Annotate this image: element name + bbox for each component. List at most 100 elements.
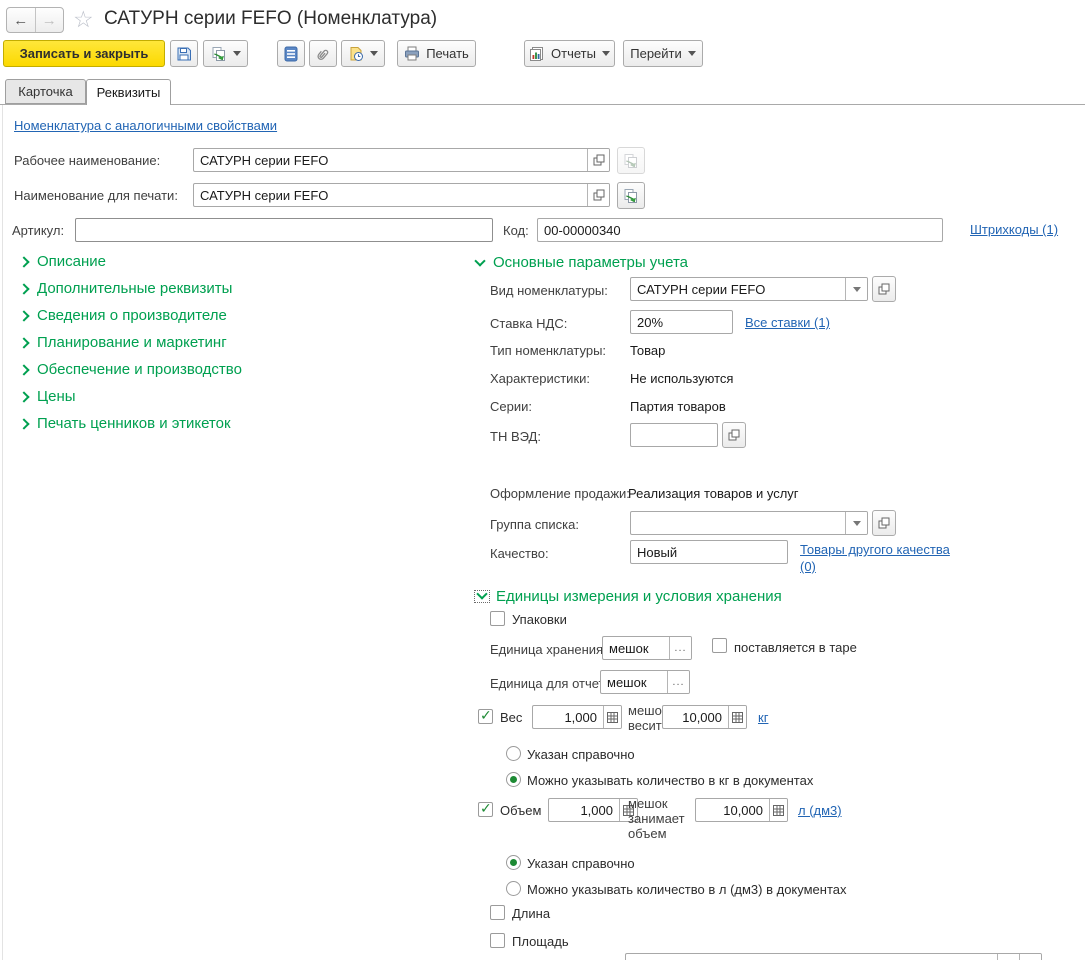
list-group-label: Группа списка: <box>490 517 579 532</box>
open-icon <box>593 154 605 166</box>
section-description[interactable]: Описание <box>18 253 106 270</box>
volume-in-documents-radio[interactable] <box>506 881 521 896</box>
goto-dropdown-caret-icon <box>687 51 696 56</box>
area-checkbox-label[interactable]: Площадь <box>512 934 569 949</box>
volume-reference-radio-label[interactable]: Указан справочно <box>527 856 635 871</box>
save-button[interactable] <box>170 40 198 67</box>
nomenclature-form-window: ← → ☆ САТУРН серии FEFO (Номенклатура) З… <box>0 0 1085 960</box>
tnved-open-button[interactable] <box>722 422 746 448</box>
tnved-label: ТН ВЭД: <box>490 429 541 444</box>
volume-value-input[interactable]: 10,000 <box>695 798 788 822</box>
liters-unit-link[interactable]: л (дм3) <box>798 803 842 818</box>
weight-coefficient-input[interactable]: 1,000 <box>532 705 622 729</box>
list-group-open-button[interactable] <box>872 510 896 536</box>
tnved-input[interactable] <box>630 423 718 447</box>
vat-input[interactable]: 20% <box>630 310 733 334</box>
change-history-button[interactable] <box>341 40 385 67</box>
quality-input[interactable]: Новый <box>630 540 788 564</box>
barcodes-link[interactable]: Штрихкоды (1) <box>970 222 1058 237</box>
weight-reference-radio-label[interactable]: Указан справочно <box>527 747 635 762</box>
calculator-icon <box>607 711 618 723</box>
tab-details[interactable]: Реквизиты <box>86 79 171 105</box>
section-supply-production[interactable]: Обеспечение и производство <box>18 361 242 378</box>
kind-combobox[interactable]: САТУРН серии FEFO <box>630 277 868 301</box>
tab-card[interactable]: Карточка <box>5 79 86 104</box>
weight-in-documents-radio[interactable] <box>506 772 521 787</box>
weight-reference-radio[interactable] <box>506 746 521 761</box>
copy-print-name-button[interactable] <box>617 182 645 209</box>
volume-checkbox-label[interactable]: Объем <box>500 803 541 818</box>
section-planning-marketing[interactable]: Планирование и маркетинг <box>18 334 227 351</box>
list-icon <box>284 46 298 62</box>
working-name-open-button[interactable] <box>587 149 609 171</box>
copy-working-name-button[interactable] <box>617 147 645 174</box>
reports-button[interactable]: Отчеты <box>524 40 615 67</box>
forward-button[interactable]: → <box>36 8 64 32</box>
packages-checkbox[interactable] <box>490 611 505 626</box>
list-group-combobox[interactable] <box>630 511 868 535</box>
save-and-close-button[interactable]: Записать и закрыть <box>3 40 165 67</box>
weight-calculator-button[interactable] <box>603 706 621 728</box>
report-unit-input[interactable]: мешок ... <box>600 670 690 694</box>
section-additional-attributes[interactable]: Дополнительные реквизиты <box>18 280 232 297</box>
section-manufacturer-info[interactable]: Сведения о производителе <box>18 307 227 324</box>
report-unit-select-button[interactable]: ... <box>667 671 689 693</box>
section-units-storage[interactable]: Единицы измерения и условия хранения <box>474 588 782 605</box>
kind-open-button[interactable] <box>872 276 896 302</box>
bottom-cutoff-input[interactable] <box>625 953 1042 960</box>
weight-checkbox[interactable] <box>478 707 493 724</box>
working-name-input[interactable]: САТУРН серии FEFO <box>193 148 610 172</box>
packages-checkbox-label[interactable]: Упаковки <box>512 612 567 627</box>
volume-in-documents-radio-label[interactable]: Можно указывать количество в л (дм3) в д… <box>527 882 847 897</box>
weight-value-calculator-button[interactable] <box>728 706 746 728</box>
favorites-star-icon[interactable]: ☆ <box>73 6 94 33</box>
section-prices[interactable]: Цены <box>18 388 76 405</box>
vat-label: Ставка НДС: <box>490 316 568 331</box>
storage-unit-label: Единица хранения: <box>490 642 607 657</box>
code-input[interactable]: 00-00000340 <box>537 218 943 242</box>
structure-button[interactable] <box>277 40 305 67</box>
list-group-dropdown-button[interactable] <box>845 512 867 534</box>
bottom-cutoff-dropdown-button[interactable] <box>997 954 1019 960</box>
length-checkbox-label[interactable]: Длина <box>512 906 550 921</box>
volume-reference-radio[interactable] <box>506 855 521 870</box>
calculator-icon <box>732 711 743 723</box>
article-input[interactable] <box>75 218 493 242</box>
storage-unit-input[interactable]: мешок ... <box>602 636 692 660</box>
chevron-down-icon <box>476 588 488 600</box>
area-checkbox[interactable] <box>490 933 505 948</box>
section-price-tags-labels[interactable]: Печать ценников и этикеток <box>18 415 231 432</box>
file-history-icon <box>348 46 364 62</box>
type-label: Тип номенклатуры: <box>490 343 607 358</box>
print-name-open-button[interactable] <box>587 184 609 206</box>
weight-checkbox-label[interactable]: Вес <box>500 710 522 725</box>
storage-unit-select-button[interactable]: ... <box>669 637 691 659</box>
goto-button[interactable]: Перейти <box>623 40 703 67</box>
copy-name-icon <box>623 188 639 204</box>
all-vat-rates-link[interactable]: Все ставки (1) <box>745 315 830 330</box>
back-button[interactable]: ← <box>7 8 36 32</box>
chevron-right-icon <box>18 337 30 349</box>
tare-checkbox-label[interactable]: поставляется в таре <box>734 640 857 655</box>
weight-in-documents-radio-label[interactable]: Можно указывать количество в кг в докуме… <box>527 773 813 788</box>
paperclip-icon <box>315 46 331 62</box>
type-value: Товар <box>630 343 666 358</box>
copy-icon <box>211 46 227 62</box>
print-button[interactable]: Печать <box>397 40 476 67</box>
copy-button[interactable] <box>203 40 248 67</box>
volume-coefficient-input[interactable]: 1,000 <box>548 798 638 822</box>
volume-checkbox[interactable] <box>478 800 493 817</box>
weight-value-input[interactable]: 10,000 <box>662 705 747 729</box>
attachments-button[interactable] <box>309 40 337 67</box>
other-quality-goods-link[interactable]: Товары другого качества (0) <box>800 541 965 575</box>
tare-checkbox[interactable] <box>712 638 727 653</box>
length-checkbox[interactable] <box>490 905 505 920</box>
kind-dropdown-button[interactable] <box>845 278 867 300</box>
similar-nomenclature-link[interactable]: Номенклатура с аналогичными свойствами <box>14 118 277 133</box>
bottom-cutoff-open-button[interactable] <box>1019 954 1041 960</box>
kg-unit-link[interactable]: кг <box>758 710 768 725</box>
volume-value-calculator-button[interactable] <box>769 799 787 821</box>
print-name-input[interactable]: САТУРН серии FEFO <box>193 183 610 207</box>
section-main-parameters[interactable]: Основные параметры учета <box>474 254 688 271</box>
chevron-down-icon <box>474 255 486 267</box>
